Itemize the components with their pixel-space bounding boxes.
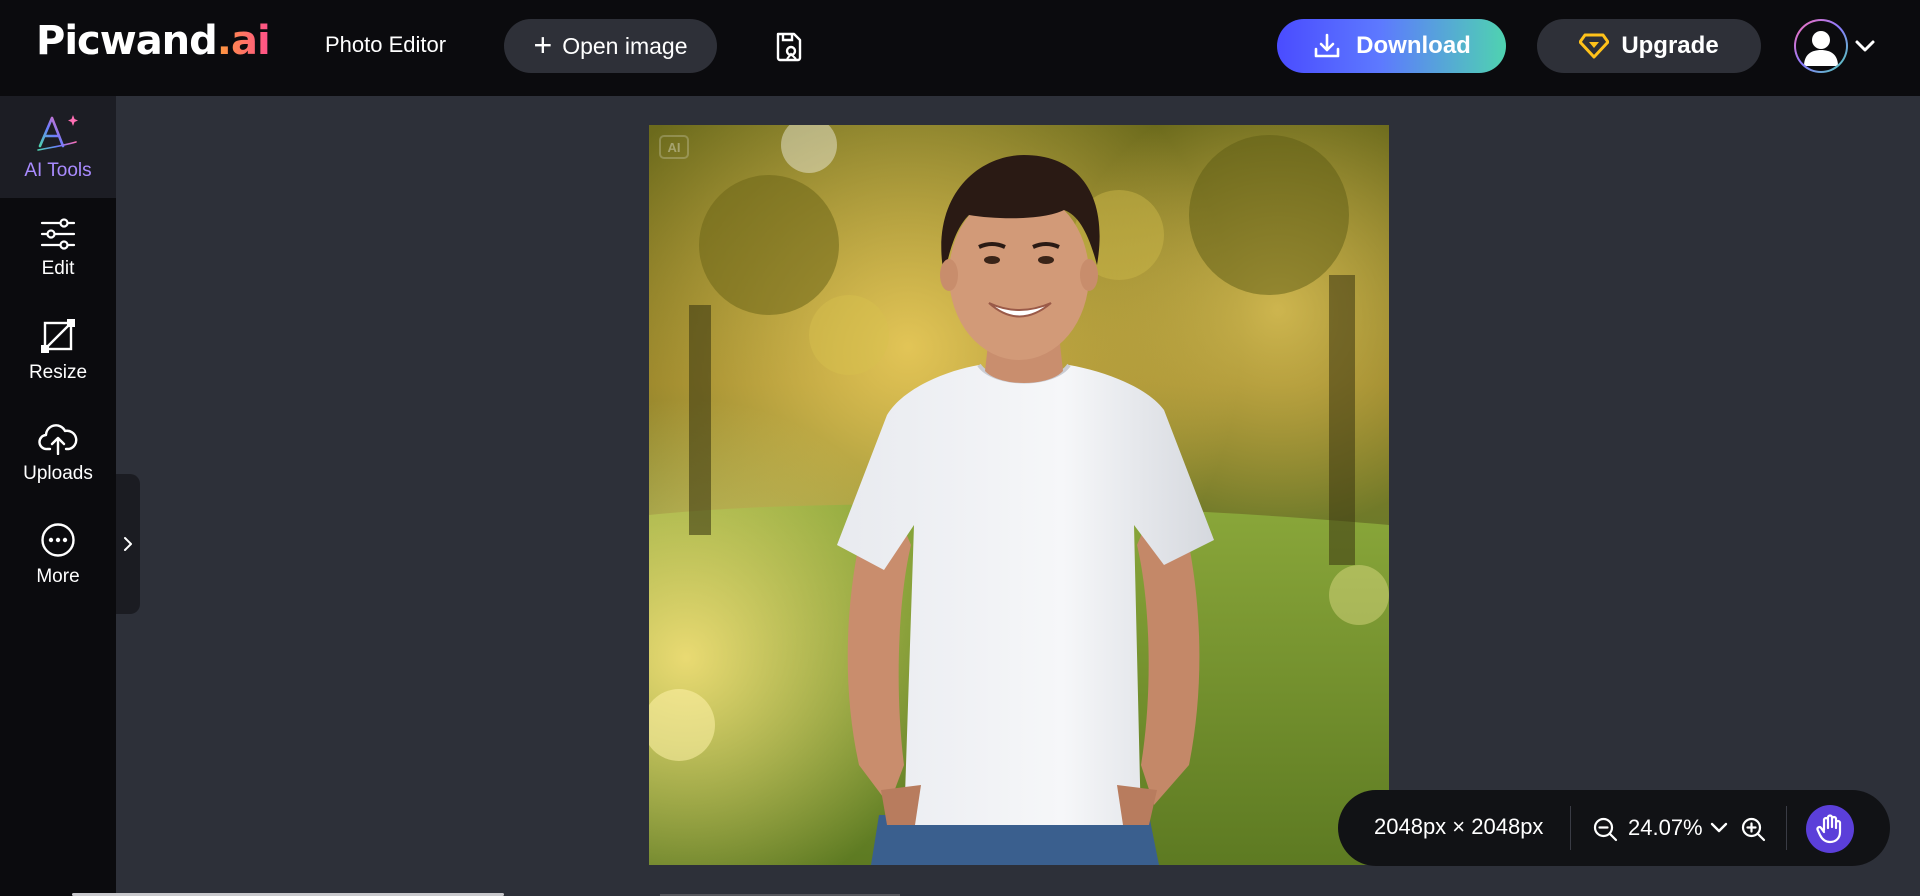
left-sidebar: AI Tools Edit Resize Uploads More [0,96,116,896]
zoom-toolbar: 2048px × 2048px 24.07% [1338,790,1890,866]
sidebar-item-label: AI Tools [24,160,92,181]
avatar [1794,19,1848,73]
divider [1570,806,1571,850]
open-image-button[interactable]: + Open image [504,19,717,73]
open-image-label: Open image [562,32,688,59]
diamond-icon [1579,33,1610,59]
top-bar: Picwand.ai Photo Editor + Open image Dow… [0,0,1920,96]
image-dimensions: 2048px × 2048px [1374,814,1544,839]
sidebar-item-ai-tools[interactable]: AI Tools [0,96,116,198]
sliders-icon [40,218,76,250]
logo-text: Picwand [36,18,218,64]
chevron-down-icon [1855,40,1875,52]
zoom-level[interactable]: 24.07% [1628,815,1703,841]
user-icon [1804,31,1838,66]
ai-generated-badge: AI [659,135,689,159]
zoom-out-icon[interactable] [1592,816,1618,842]
sidebar-item-label: Uploads [23,463,93,484]
sidebar-item-label: Edit [41,258,75,279]
plus-icon: + [533,26,553,63]
more-dots-icon [41,523,75,557]
sidebar-item-uploads[interactable]: Uploads [0,402,116,504]
crop-resize-icon [41,319,75,353]
expand-panel-button[interactable] [116,474,140,614]
download-icon [1314,33,1340,58]
cloud-upload-icon [38,424,78,455]
upgrade-button[interactable]: Upgrade [1537,19,1761,73]
download-label: Download [1356,32,1471,59]
sidebar-item-edit[interactable]: Edit [0,198,116,300]
photo-teen-in-park [649,125,1389,865]
logo-suffix: .ai [216,18,271,64]
save-project-icon[interactable] [772,30,806,64]
canvas-photo[interactable]: AI [649,125,1389,865]
pan-hand-button[interactable] [1806,805,1854,853]
picwand-logo[interactable]: Picwand.ai [36,18,271,64]
chevron-down-icon[interactable] [1709,818,1729,838]
download-button[interactable]: Download [1277,19,1506,73]
chevron-right-icon [124,537,132,551]
sidebar-item-label: More [36,566,80,587]
sidebar-item-resize[interactable]: Resize [0,300,116,402]
divider [1786,806,1787,850]
app-title: Photo Editor [325,32,447,57]
zoom-in-icon[interactable] [1740,816,1766,842]
upgrade-label: Upgrade [1621,32,1719,59]
sidebar-item-label: Resize [28,362,88,383]
hand-icon [1816,814,1842,844]
account-menu[interactable] [1794,19,1880,73]
ai-sparkle-icon [37,115,78,151]
sidebar-item-more[interactable]: More [0,504,116,606]
